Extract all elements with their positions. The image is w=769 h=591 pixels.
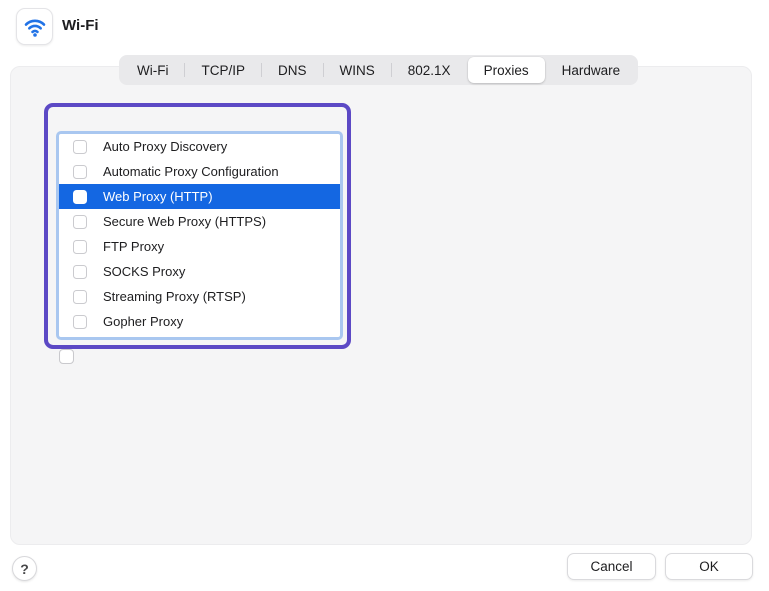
network-preferences-window: Wi-Fi Wi-Fi TCP/IP DNS WINS 802.1X Proxi…	[0, 0, 769, 591]
checkbox[interactable]	[73, 289, 87, 304]
checkbox[interactable]	[73, 214, 87, 229]
protocol-row-gopher-proxy[interactable]: Gopher Proxy	[59, 309, 340, 334]
wifi-icon	[22, 14, 48, 40]
protocol-label: SOCKS Proxy	[103, 264, 186, 279]
protocol-list[interactable]: Auto Proxy Discovery Automatic Proxy Con…	[56, 131, 343, 340]
protocol-label: Streaming Proxy (RTSP)	[103, 289, 246, 304]
ok-button[interactable]: OK	[665, 553, 753, 580]
protocol-label: Automatic Proxy Configuration	[103, 164, 279, 179]
protocol-label: Web Proxy (HTTP)	[103, 189, 213, 204]
protocol-row-socks-proxy[interactable]: SOCKS Proxy	[59, 259, 340, 284]
checkbox[interactable]	[73, 164, 87, 179]
protocol-row-automatic-proxy-configuration[interactable]: Automatic Proxy Configuration	[59, 159, 340, 184]
protocol-row-secure-web-proxy-https[interactable]: Secure Web Proxy (HTTPS)	[59, 209, 340, 234]
tab-proxies[interactable]: Proxies	[467, 57, 545, 83]
protocol-label: FTP Proxy	[103, 239, 165, 254]
tab-dns[interactable]: DNS	[262, 57, 323, 83]
network-tab-bar: Wi-Fi TCP/IP DNS WINS 802.1X Proxies Har…	[119, 55, 639, 85]
protocol-row-web-proxy-http[interactable]: Web Proxy (HTTP)	[59, 184, 340, 209]
tab-hardware[interactable]: Hardware	[546, 57, 637, 83]
page-title: Wi-Fi	[62, 17, 99, 34]
protocol-label: Secure Web Proxy (HTTPS)	[103, 214, 267, 229]
tab-8021x[interactable]: 802.1X	[392, 57, 467, 83]
checkbox[interactable]	[73, 139, 87, 154]
checkbox[interactable]	[73, 189, 87, 204]
tab-wifi[interactable]: Wi-Fi	[121, 57, 184, 83]
protocol-row-auto-proxy-discovery[interactable]: Auto Proxy Discovery	[59, 134, 340, 159]
tab-tcpip[interactable]: TCP/IP	[185, 57, 261, 83]
protocol-row-streaming-proxy-rtsp[interactable]: Streaming Proxy (RTSP)	[59, 284, 340, 309]
wifi-icon-badge	[16, 8, 53, 45]
exclude-hostnames-checkbox[interactable]	[59, 349, 74, 364]
checkbox[interactable]	[73, 264, 87, 279]
tab-wins[interactable]: WINS	[324, 57, 391, 83]
protocol-row-ftp-proxy[interactable]: FTP Proxy	[59, 234, 340, 259]
help-button[interactable]: ?	[12, 556, 37, 581]
protocol-label: Gopher Proxy	[103, 314, 184, 329]
protocol-label: Auto Proxy Discovery	[103, 139, 228, 154]
checkbox[interactable]	[73, 314, 87, 329]
cancel-button[interactable]: Cancel	[567, 553, 656, 580]
checkbox[interactable]	[73, 239, 87, 254]
